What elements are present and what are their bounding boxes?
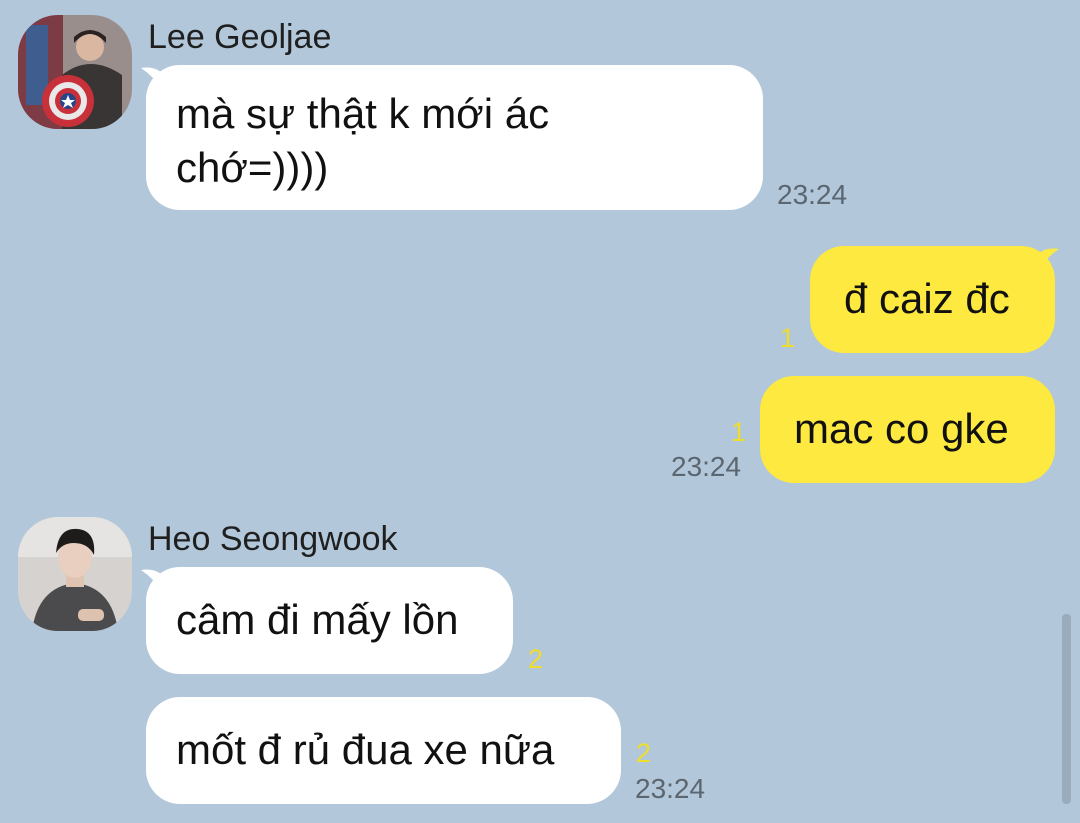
message-text: mốt đ rủ đua xe nữa xyxy=(176,726,555,773)
sender-name: Lee Geoljae xyxy=(148,18,332,56)
message-timestamp: 23:24 xyxy=(777,179,848,210)
sender-name: Heo Seongwook xyxy=(148,520,398,558)
message-bubble[interactable]: câm đi mấy lồn xyxy=(146,567,513,674)
avatar-photo-lee-geoljae xyxy=(18,15,132,129)
message-bubble[interactable]: mà sự thật k mới ác chớ=)))) xyxy=(146,65,763,210)
message-bubble[interactable]: đ caiz đc xyxy=(810,246,1055,353)
avatar-lee-geoljae[interactable] xyxy=(18,15,132,129)
unread-count: 1 xyxy=(780,323,796,353)
unread-count: 2 xyxy=(636,738,652,768)
avatar-heo-seongwook[interactable] xyxy=(18,517,132,631)
message-text: đ caiz đc xyxy=(844,275,1010,322)
message-text: mac co gke xyxy=(794,405,1009,452)
message-text-line: chớ=)))) xyxy=(176,144,329,191)
message-timestamp: 23:24 xyxy=(671,451,742,482)
message-timestamp: 23:24 xyxy=(635,773,706,804)
scrollbar[interactable] xyxy=(1062,614,1071,804)
avatar-photo-heo-seongwook xyxy=(18,517,132,631)
unread-count: 2 xyxy=(528,644,544,674)
message-bubble[interactable]: mac co gke xyxy=(760,376,1055,483)
message-text-line: mà sự thật k mới ác xyxy=(176,90,550,137)
unread-count: 1 xyxy=(731,417,747,447)
message-text: câm đi mấy lồn xyxy=(176,596,459,643)
message-bubble[interactable]: mốt đ rủ đua xe nữa xyxy=(146,697,621,804)
